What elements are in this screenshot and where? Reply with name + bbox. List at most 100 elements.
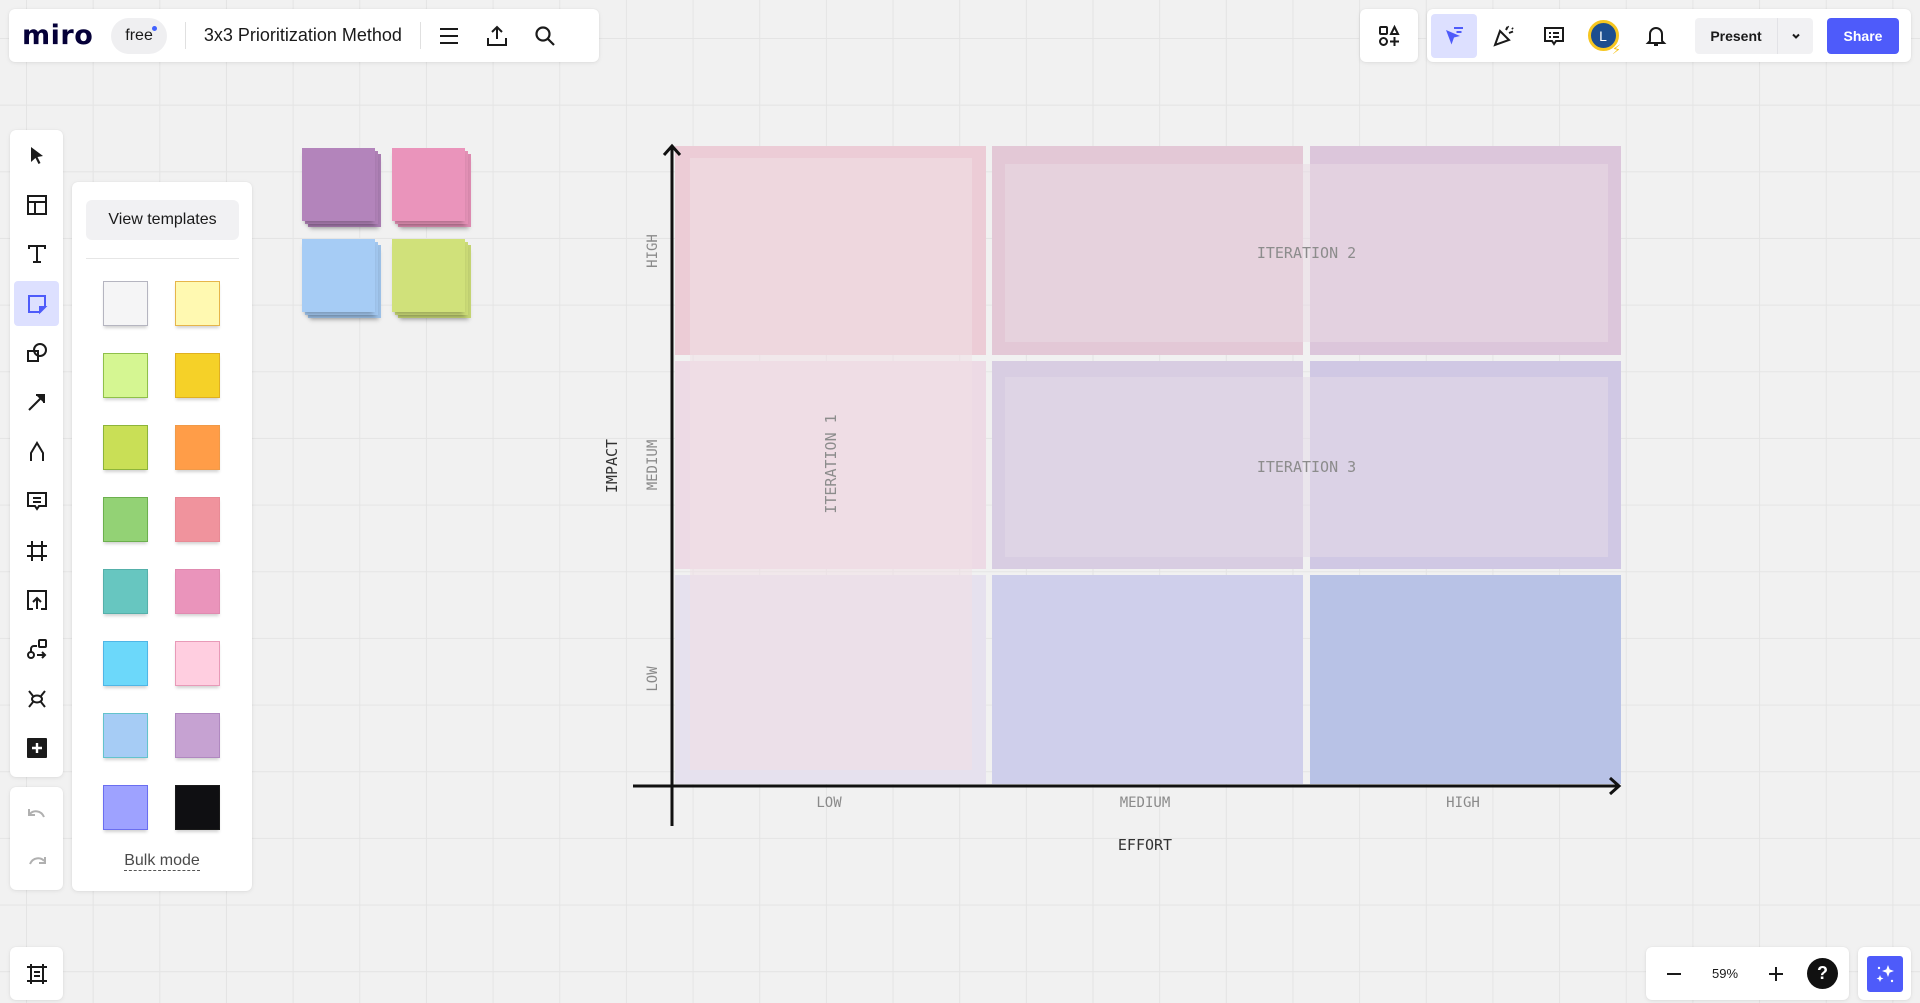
board-title[interactable]: 3x3 Prioritization Method <box>186 25 420 46</box>
tool-sticky-note[interactable] <box>14 281 59 327</box>
sticky-note-panel: View templates Bulk mode <box>72 182 252 891</box>
apps-button[interactable] <box>1360 9 1418 62</box>
help-button[interactable]: ? <box>1807 958 1838 989</box>
tool-diagram[interactable] <box>14 627 59 672</box>
search-button[interactable] <box>521 14 569 58</box>
layout-icon <box>26 194 47 215</box>
sticky-color-swatch[interactable] <box>103 425 148 470</box>
sticky-note-stack[interactable] <box>392 239 472 319</box>
tool-mind-map[interactable] <box>14 676 59 721</box>
miro-logo[interactable]: miro <box>22 22 93 49</box>
tool-select[interactable] <box>14 133 59 178</box>
diagram-icon <box>26 639 47 660</box>
sticky-note-stack[interactable] <box>392 148 472 228</box>
x-level-medium: MEDIUM <box>1119 795 1171 811</box>
tool-shapes[interactable] <box>14 331 59 376</box>
sticky-color-swatch[interactable] <box>103 785 148 830</box>
tool-more-apps[interactable] <box>14 726 59 771</box>
redo-button[interactable] <box>14 839 59 884</box>
plan-badge-label: free <box>125 26 153 44</box>
ai-assistant-button[interactable] <box>1866 955 1903 992</box>
matrix-cell-low-impact-medium-effort[interactable] <box>992 575 1303 784</box>
sticky-color-swatch[interactable] <box>175 569 220 614</box>
sticky-color-swatch[interactable] <box>175 713 220 758</box>
collaboration-toolbar: L ⚡ Present Share <box>1427 9 1911 62</box>
menu-button[interactable] <box>425 14 473 58</box>
minus-icon <box>1667 972 1681 975</box>
x-axis-title: EFFORT <box>1117 836 1173 854</box>
iteration-label: ITERATION 3 <box>1256 458 1357 476</box>
sticky-color-swatch[interactable] <box>175 641 220 686</box>
y-axis-title: IMPACT <box>603 438 621 494</box>
pen-icon <box>29 440 44 461</box>
tool-pen[interactable] <box>14 429 59 474</box>
tool-connection-line[interactable] <box>14 380 59 425</box>
undo-icon <box>27 808 45 818</box>
sticky-color-swatch[interactable] <box>103 713 148 758</box>
y-level-medium: MEDIUM <box>645 439 661 491</box>
share-button[interactable]: Share <box>1827 17 1899 54</box>
sticky-note-stack[interactable] <box>302 239 382 319</box>
sticky-color-swatch[interactable] <box>103 497 148 542</box>
bolt-icon: ⚡ <box>1611 41 1621 57</box>
iteration-label: ITERATION 1 <box>822 414 840 514</box>
frames-list-icon <box>26 963 47 984</box>
zoom-controls: 59% ? <box>1646 947 1849 1000</box>
divider <box>419 22 421 49</box>
zoom-level[interactable]: 59% <box>1697 966 1753 981</box>
arrow-icon <box>27 394 45 412</box>
present-button[interactable]: Present <box>1695 18 1777 54</box>
user-avatar-button[interactable]: L ⚡ <box>1577 14 1629 58</box>
mindmap-icon <box>27 690 46 708</box>
text-icon <box>27 245 46 264</box>
history-controls <box>10 787 63 890</box>
sticky-color-swatch[interactable] <box>103 641 148 686</box>
comments-icon <box>1544 26 1564 46</box>
notification-dot <box>151 25 157 31</box>
comment-icon <box>26 492 47 512</box>
plus-square-icon <box>26 738 47 759</box>
iteration-label: ITERATION 2 <box>1256 244 1357 262</box>
sticky-color-swatch[interactable] <box>103 281 148 326</box>
left-toolbar <box>10 130 63 777</box>
sticky-color-swatch[interactable] <box>175 497 220 542</box>
celebrate-button[interactable] <box>1481 14 1527 58</box>
bulk-mode-label: Bulk mode <box>124 852 200 871</box>
x-level-low: LOW <box>816 795 842 811</box>
sticky-color-swatch[interactable] <box>175 353 220 398</box>
sticky-color-swatch[interactable] <box>103 569 148 614</box>
divider <box>86 258 239 259</box>
notifications-button[interactable] <box>1633 14 1679 58</box>
tool-upload[interactable] <box>14 578 59 623</box>
bulk-mode-link[interactable]: Bulk mode <box>72 852 252 871</box>
plus-icon <box>1769 966 1783 981</box>
undo-button[interactable] <box>14 793 59 838</box>
upload-icon <box>26 590 47 611</box>
tool-frame[interactable] <box>14 528 59 573</box>
follow-cursor-button[interactable] <box>1431 13 1477 58</box>
sticky-color-swatch[interactable] <box>175 785 220 830</box>
apps-icon <box>1379 24 1400 46</box>
frames-list-button[interactable] <box>10 947 63 1000</box>
sticky-color-swatch[interactable] <box>175 425 220 470</box>
zoom-out-button[interactable] <box>1651 952 1697 996</box>
view-templates-button[interactable]: View templates <box>86 200 239 240</box>
present-options-button[interactable] <box>1777 17 1813 54</box>
plan-badge[interactable]: free <box>111 17 167 54</box>
menu-icon <box>439 27 458 44</box>
comments-button[interactable] <box>1531 14 1577 58</box>
tool-comment[interactable] <box>14 479 59 524</box>
tool-templates[interactable] <box>14 182 59 227</box>
zoom-in-button[interactable] <box>1753 952 1799 996</box>
sticky-note-stack[interactable] <box>302 148 382 228</box>
board-header: miro free 3x3 Prioritization Method <box>9 9 599 62</box>
export-button[interactable] <box>473 14 521 58</box>
matrix-cell-low-impact-high-effort[interactable] <box>1310 575 1621 784</box>
chevron-down-icon <box>1791 33 1800 39</box>
sticky-color-swatch[interactable] <box>103 353 148 398</box>
y-level-high: HIGH <box>645 234 661 268</box>
sticky-color-swatch[interactable] <box>175 281 220 326</box>
sticky-note <box>392 148 465 221</box>
tool-text[interactable] <box>14 232 59 277</box>
sticky-note-icon <box>27 294 47 315</box>
